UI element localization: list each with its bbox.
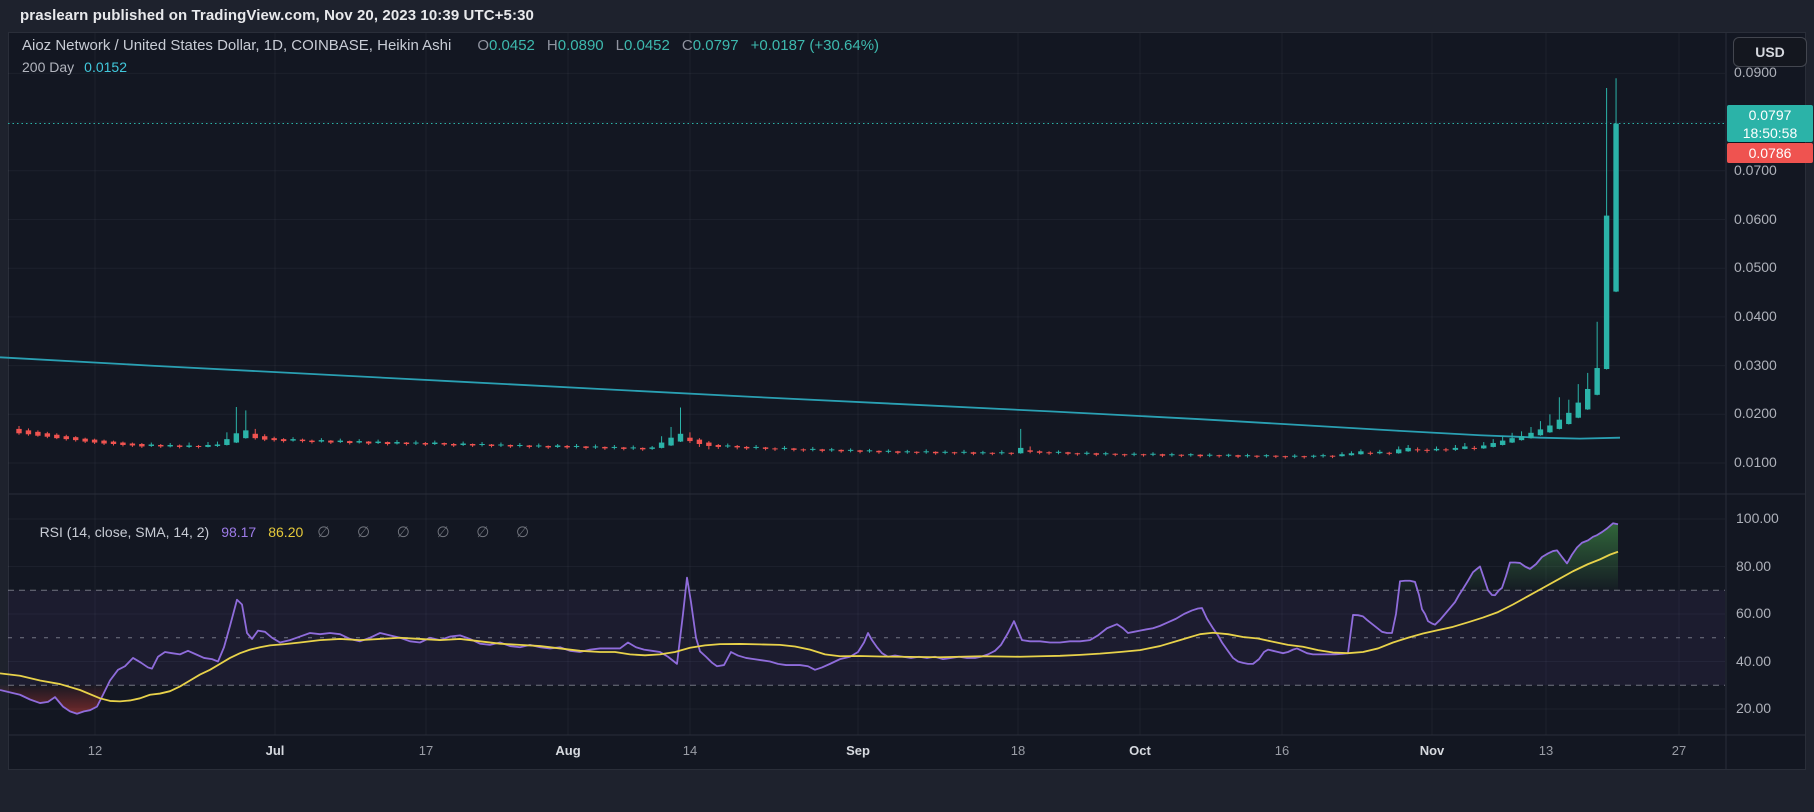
price-axis-label: 0.0700 [1734, 162, 1777, 178]
high-label: H [547, 37, 558, 54]
ma-value: 0.0152 [84, 59, 127, 75]
last-price-value: 0.0797 [1727, 106, 1813, 124]
close-label: C [682, 37, 693, 54]
rsi-legend[interactable]: RSI (14, close, SMA, 14, 2) 98.17 86.20 ∅ ∅… [24, 507, 531, 557]
rsi-axis-label: 100.00 [1736, 510, 1779, 526]
low-label: L [616, 37, 624, 54]
price-axis-label: 0.0100 [1734, 454, 1777, 470]
time-axis-label: Aug [540, 743, 596, 758]
chart-canvas[interactable] [0, 0, 1814, 812]
time-axis-label: 27 [1651, 743, 1707, 758]
last-price-badge: 0.0797 18:50:58 [1727, 105, 1813, 142]
ma-label: 200 Day [22, 59, 74, 75]
high-value: 0.0890 [558, 37, 604, 54]
price-axis-label: 0.0300 [1734, 357, 1777, 373]
price-axis-label: 0.0900 [1734, 64, 1777, 80]
footer-bar: TradingView [0, 770, 1814, 812]
price-axis-label: 0.0200 [1734, 405, 1777, 421]
time-axis-label: 17 [398, 743, 454, 758]
price-axis-label: 0.0500 [1734, 259, 1777, 275]
time-axis-label: 16 [1254, 743, 1310, 758]
time-axis-label: Jul [247, 743, 303, 758]
time-axis-label: Oct [1112, 743, 1168, 758]
rsi-axis-label: 80.00 [1736, 558, 1771, 574]
price-axis-label: 0.0400 [1734, 308, 1777, 324]
time-axis-label: 13 [1518, 743, 1574, 758]
prev-close-badge: 0.0786 [1727, 143, 1813, 163]
symbol-title: Aioz Network / United States Dollar, 1D,… [22, 37, 451, 54]
rsi-axis-label: 60.00 [1736, 605, 1771, 621]
time-axis-label: 12 [67, 743, 123, 758]
rsi-sma-value: 86.20 [268, 524, 303, 540]
tradingview-snapshot: praslearn published on TradingView.com, … [0, 0, 1814, 812]
time-axis-label: Sep [830, 743, 886, 758]
close-value: 0.0797 [693, 37, 739, 54]
bar-countdown: 18:50:58 [1727, 124, 1813, 142]
symbol-legend[interactable]: Aioz Network / United States Dollar, 1D,… [22, 37, 879, 54]
low-value: 0.0452 [624, 37, 670, 54]
rsi-label: RSI (14, close, SMA, 14, 2) [40, 524, 210, 540]
open-value: 0.0452 [489, 37, 535, 54]
change-value: +0.0187 (+30.64%) [751, 37, 879, 54]
price-axis-label: 0.0600 [1734, 211, 1777, 227]
rsi-value: 98.17 [221, 524, 256, 540]
rsi-axis-label: 20.00 [1736, 700, 1771, 716]
rsi-axis-label: 40.00 [1736, 653, 1771, 669]
time-axis-label: 14 [662, 743, 718, 758]
time-axis-label: 18 [990, 743, 1046, 758]
open-label: O [477, 37, 489, 54]
rsi-empty-slot-icons: ∅ ∅ ∅ ∅ ∅ ∅ [317, 524, 531, 541]
ma-legend[interactable]: 200 Day 0.0152 [22, 59, 127, 75]
time-axis-label: Nov [1404, 743, 1460, 758]
